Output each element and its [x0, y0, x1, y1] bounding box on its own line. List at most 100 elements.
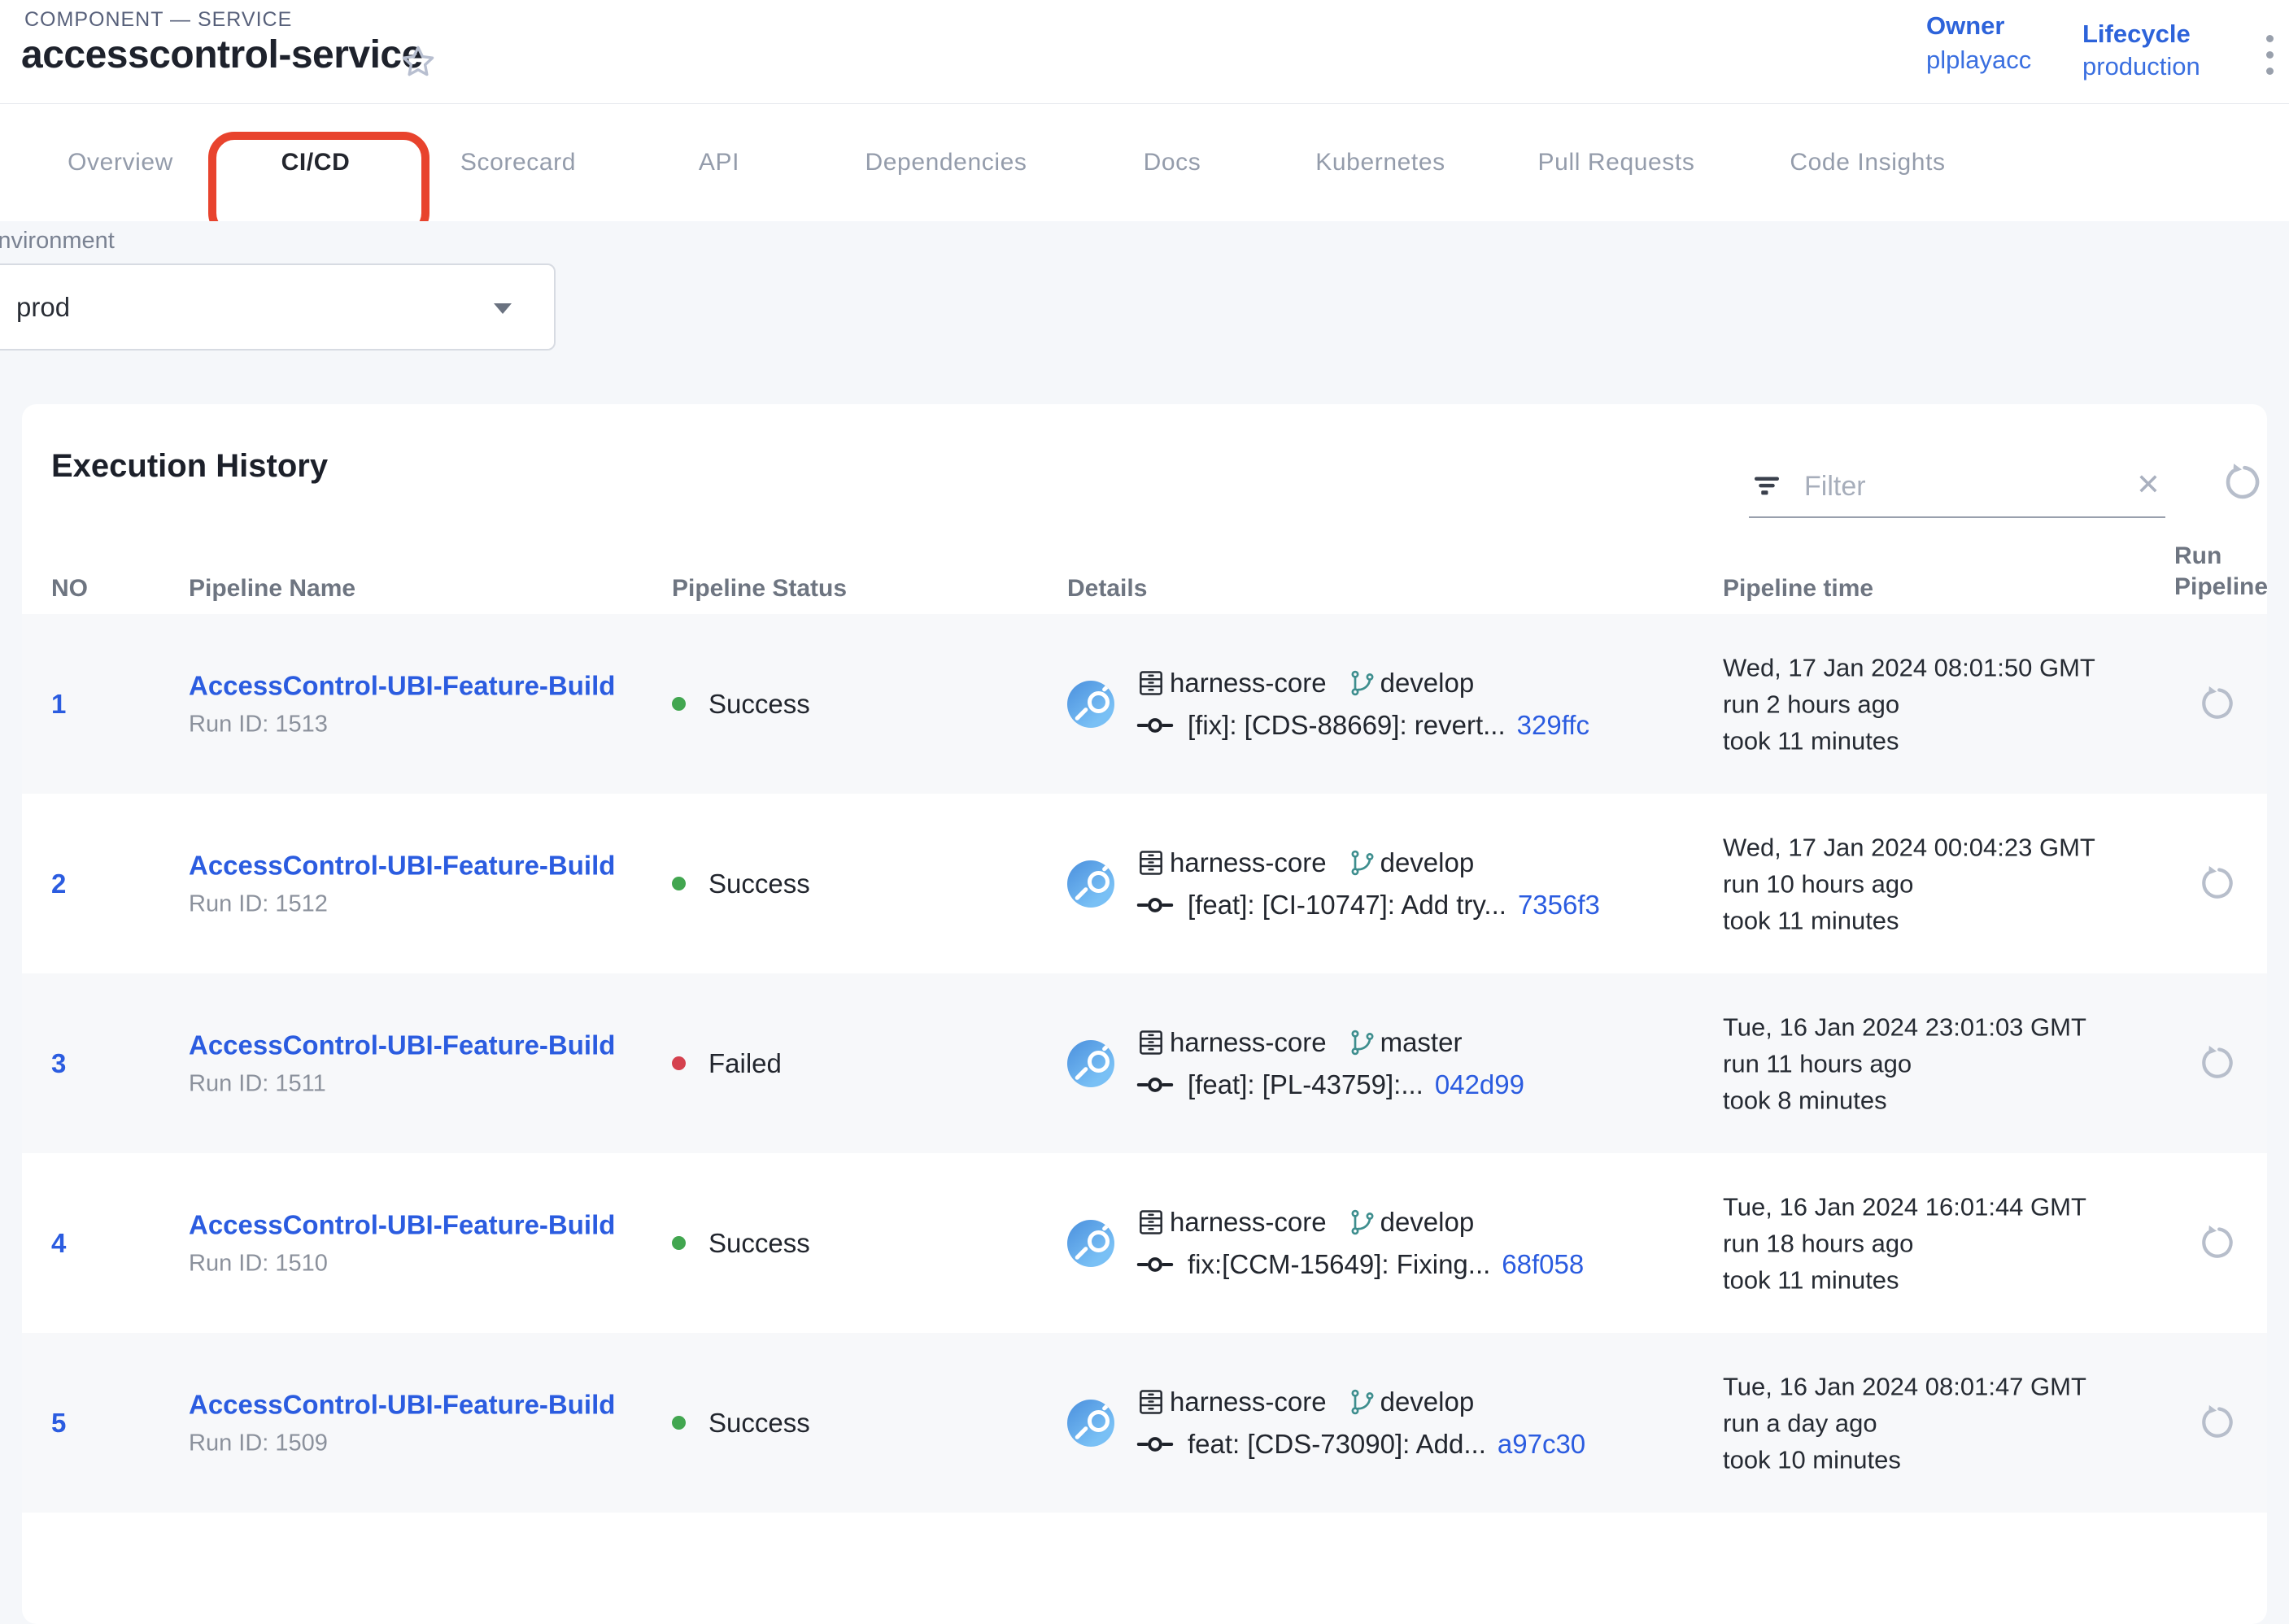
tab-kubernetes[interactable]: Kubernetes	[1315, 149, 1445, 176]
run-pipeline-button[interactable]	[2196, 1223, 2237, 1264]
pipeline-duration: took 11 minutes	[1723, 902, 2095, 938]
owner-label: Owner	[1926, 11, 2004, 41]
environment-select[interactable]: prod	[0, 263, 556, 350]
table-body: 1 AccessControl-UBI-Feature-Build Run ID…	[22, 614, 2267, 1513]
run-id: Run ID: 1513	[189, 711, 615, 738]
column-header-pipeline-name: Pipeline Name	[189, 575, 355, 603]
pipeline-name-link[interactable]: AccessControl-UBI-Feature-Build	[189, 670, 615, 701]
pipeline-name-link[interactable]: AccessControl-UBI-Feature-Build	[189, 1030, 615, 1060]
pipeline-duration: took 10 minutes	[1723, 1441, 2086, 1478]
owner-link[interactable]: plplayacc	[1926, 46, 2031, 75]
commit-message: [feat]: [CI-10747]: Add try...	[1188, 890, 1506, 921]
commit-message: feat: [CDS-73090]: Add...	[1188, 1429, 1486, 1460]
rerun-icon	[2196, 684, 2237, 725]
environment-selected-value: prod	[16, 292, 70, 323]
pipeline-time-cell: Wed, 17 Jan 2024 08:01:50 GMT run 2 hour…	[1723, 649, 2095, 759]
pipeline-name-cell: AccessControl-UBI-Feature-Build Run ID: …	[189, 670, 615, 738]
repository-icon	[1136, 668, 1166, 699]
column-header-pipeline-time: Pipeline time	[1723, 575, 1873, 603]
favorite-star-icon[interactable]	[399, 42, 438, 81]
details-cell: harness-core develop	[1067, 1387, 1585, 1460]
environment-label: Environment	[0, 228, 115, 255]
status-dot	[672, 1056, 686, 1070]
pipeline-name-link[interactable]: AccessControl-UBI-Feature-Build	[189, 1209, 615, 1240]
tab-api[interactable]: API	[699, 149, 739, 176]
commit-icon	[1136, 1252, 1175, 1277]
branch-name: develop	[1380, 668, 1475, 699]
table-header-row: NO Pipeline Name Pipeline Status Details…	[22, 534, 2267, 616]
ci-build-icon[interactable]	[1067, 1220, 1114, 1267]
run-number: 2	[51, 869, 66, 899]
commit-sha-link[interactable]: a97c30	[1498, 1429, 1585, 1460]
filter-input[interactable]	[1803, 466, 2082, 507]
repository-name: harness-core	[1170, 847, 1327, 878]
commit-message: fix:[CCM-15649]: Fixing...	[1188, 1249, 1490, 1280]
run-id: Run ID: 1509	[189, 1430, 615, 1456]
pipeline-time-gmt: Wed, 17 Jan 2024 08:01:50 GMT	[1723, 649, 2095, 686]
commit-icon	[1136, 713, 1175, 738]
dropdown-caret-icon	[494, 303, 512, 314]
git-branch-icon	[1348, 1028, 1377, 1057]
commit-icon	[1136, 1432, 1175, 1456]
repository-icon	[1136, 1387, 1166, 1417]
table-row: 5 AccessControl-UBI-Feature-Build Run ID…	[22, 1333, 2267, 1513]
git-branch-icon	[1348, 848, 1377, 877]
pipeline-duration: took 11 minutes	[1723, 1261, 2086, 1298]
pipeline-time-cell: Tue, 16 Jan 2024 16:01:44 GMT run 18 hou…	[1723, 1188, 2086, 1298]
commit-sha-link[interactable]: 329ffc	[1517, 710, 1589, 741]
run-pipeline-button[interactable]	[2196, 1043, 2237, 1084]
clear-filter-button[interactable]: ✕	[2136, 468, 2160, 502]
tab-overview[interactable]: Overview	[68, 149, 173, 176]
run-pipeline-button[interactable]	[2196, 864, 2237, 904]
commit-message: [fix]: [CDS-88669]: revert...	[1188, 710, 1506, 741]
run-number: 5	[51, 1408, 66, 1439]
run-pipeline-button[interactable]	[2196, 1403, 2237, 1443]
repository-icon	[1136, 1207, 1166, 1238]
pipeline-time-ago: run 10 hours ago	[1723, 865, 2095, 902]
tab-ci-cd[interactable]: CI/CD	[281, 149, 351, 176]
pipeline-name-link[interactable]: AccessControl-UBI-Feature-Build	[189, 850, 615, 881]
pipeline-time-gmt: Tue, 16 Jan 2024 23:01:03 GMT	[1723, 1008, 2086, 1045]
column-header-no: NO	[51, 575, 88, 603]
pipeline-name-cell: AccessControl-UBI-Feature-Build Run ID: …	[189, 850, 615, 917]
commit-message: [feat]: [PL-43759]:...	[1188, 1069, 1424, 1100]
rerun-icon	[2196, 1043, 2237, 1084]
tab-docs[interactable]: Docs	[1144, 149, 1201, 176]
pipeline-status-cell: Success	[672, 1228, 810, 1259]
table-row: 3 AccessControl-UBI-Feature-Build Run ID…	[22, 973, 2267, 1153]
lifecycle-value: production	[2082, 52, 2200, 81]
pipeline-name-link[interactable]: AccessControl-UBI-Feature-Build	[189, 1389, 615, 1420]
pipeline-time-gmt: Wed, 17 Jan 2024 00:04:23 GMT	[1723, 829, 2095, 865]
pipeline-duration: took 11 minutes	[1723, 722, 2095, 759]
ci-build-icon[interactable]	[1067, 1400, 1114, 1447]
rerun-icon	[2196, 864, 2237, 904]
pipeline-time-ago: run 11 hours ago	[1723, 1045, 2086, 1082]
commit-sha-link[interactable]: 7356f3	[1518, 890, 1600, 921]
pipeline-time-cell: Wed, 17 Jan 2024 00:04:23 GMT run 10 hou…	[1723, 829, 2095, 938]
refresh-button[interactable]	[2220, 461, 2264, 505]
ci-build-icon[interactable]	[1067, 860, 1114, 908]
rerun-icon	[2196, 1223, 2237, 1264]
column-header-details: Details	[1067, 575, 1147, 603]
pipeline-time-cell: Tue, 16 Jan 2024 23:01:03 GMT run 11 hou…	[1723, 1008, 2086, 1118]
ci-build-icon[interactable]	[1067, 1040, 1114, 1087]
status-label: Success	[708, 1408, 810, 1439]
execution-history-title: Execution History	[51, 448, 328, 485]
run-number: 4	[51, 1228, 66, 1259]
branch-name: develop	[1380, 1207, 1475, 1238]
run-id: Run ID: 1511	[189, 1070, 615, 1097]
pipeline-status-cell: Success	[672, 1408, 810, 1439]
repository-name: harness-core	[1170, 1027, 1327, 1058]
more-options-button[interactable]	[2252, 26, 2287, 78]
commit-sha-link[interactable]: 042d99	[1435, 1069, 1524, 1100]
tab-code-insights[interactable]: Code Insights	[1790, 149, 1945, 176]
tab-pull-requests[interactable]: Pull Requests	[1538, 149, 1695, 176]
repository-icon	[1136, 847, 1166, 878]
tab-dependencies[interactable]: Dependencies	[865, 149, 1027, 176]
run-pipeline-button[interactable]	[2196, 684, 2237, 725]
status-label: Success	[708, 869, 810, 899]
commit-sha-link[interactable]: 68f058	[1502, 1249, 1584, 1280]
tab-scorecard[interactable]: Scorecard	[460, 149, 576, 176]
repository-icon	[1136, 1027, 1166, 1058]
ci-build-icon[interactable]	[1067, 681, 1114, 728]
